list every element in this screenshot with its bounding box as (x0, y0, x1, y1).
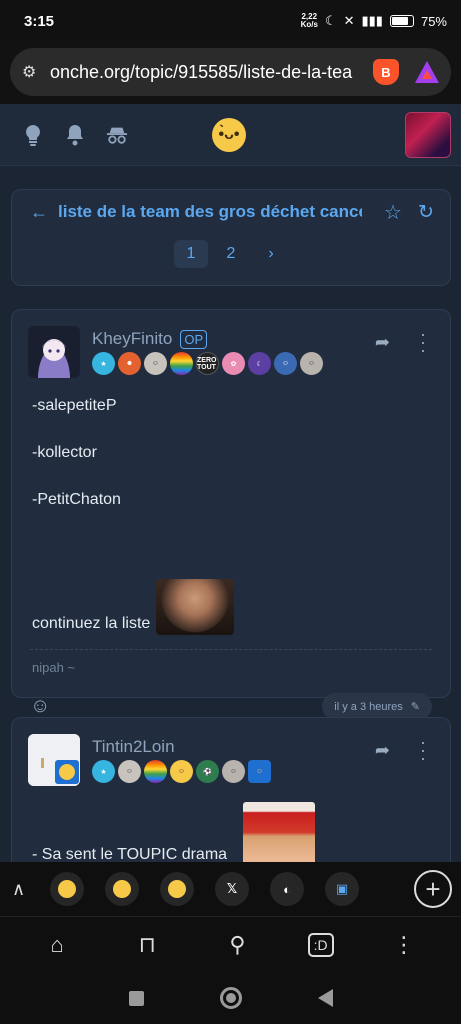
rainbow-badge-icon[interactable] (144, 760, 167, 783)
post: KheyFinito OP ★ ☻ ☺ ZERO TOUT ✿ ☾ ☺ ☺ ➦ … (11, 309, 451, 720)
post-timestamp[interactable]: il y a 3 heures ✎ (322, 693, 432, 720)
status-bar: 3:15 2,22 Ko/s ☾ ✕ ▮▮▮ 75% (0, 0, 461, 42)
address-field[interactable]: ⚙ onche.org/topic/915585/liste-de-la-tea… (10, 48, 451, 96)
refresh-icon[interactable]: ↻ (418, 201, 434, 224)
portrait-badge-icon[interactable]: ☺ (222, 760, 245, 783)
browser-bottom-bar: ∧ 𝕏 ◐ ▣ + ⌂ ⊓ ⚲ :D ⋮ (0, 862, 461, 1024)
more-options-icon[interactable]: · · · (420, 733, 426, 767)
user-avatar[interactable] (405, 112, 451, 158)
zero-tout-badge[interactable]: ZERO TOUT (196, 352, 219, 375)
meme-sticker-image[interactable] (156, 579, 235, 635)
smiley-badge-icon[interactable]: ☺ (170, 760, 193, 783)
post-line: -PetitChaton (32, 491, 121, 508)
site-settings-icon[interactable]: ⚙ (22, 62, 44, 82)
collapse-caret-icon[interactable]: ∧ (12, 879, 50, 900)
signature: nipah ~ (32, 660, 76, 675)
pagination: 1 2 › (12, 240, 450, 268)
author-name[interactable]: Tintin2Loin (92, 737, 175, 757)
incognito-icon[interactable] (106, 124, 128, 146)
back-icon[interactable] (317, 989, 333, 1007)
topic-header: ← liste de la team des gros déchet cance… (11, 189, 451, 286)
post-body: -salepetiteP -kollector -PetitChaton con… (12, 384, 450, 635)
url-text[interactable]: onche.org/topic/915585/liste-de-la-tea (50, 62, 363, 83)
tabs-icon[interactable]: :D (307, 932, 334, 957)
home-button-icon[interactable] (219, 987, 242, 1009)
edit-pencil-icon: ✎ (410, 701, 420, 713)
share-icon[interactable]: ➦ (375, 740, 390, 761)
football-badge-icon[interactable]: ⚽ (196, 760, 219, 783)
smiley-shortcut-icon[interactable] (105, 872, 139, 906)
face-badge-icon[interactable]: ☺ (144, 352, 167, 375)
post-line: -salepetiteP (32, 397, 117, 414)
brave-rewards-icon[interactable] (415, 61, 439, 83)
anime-badge-icon[interactable]: ✿ (222, 352, 245, 375)
next-page-icon[interactable]: › (254, 240, 288, 268)
moon-icon: ☾ (324, 13, 337, 28)
bell-icon[interactable] (64, 124, 86, 146)
more-options-icon[interactable]: · · · (420, 325, 426, 359)
lightbulb-icon[interactable] (22, 124, 44, 146)
back-arrow-icon[interactable]: ← (30, 202, 48, 223)
page-2-button[interactable]: 2 (214, 240, 248, 268)
menu-kebab-icon[interactable]: ⋮ (384, 932, 424, 958)
add-reaction-icon[interactable]: ☺ (30, 695, 50, 718)
smiley-shortcut-icon[interactable] (160, 872, 194, 906)
browser-url-bar: ⚙ onche.org/topic/915585/liste-de-la-tea… (0, 42, 461, 104)
battery-icon (389, 15, 414, 27)
globe-shortcut-icon[interactable]: ◐ (270, 872, 304, 906)
brave-shields-icon[interactable]: B (373, 59, 399, 85)
portrait-badge-icon[interactable]: ☺ (300, 352, 323, 375)
author-avatar[interactable] (28, 734, 80, 786)
post-line: continuez la liste (32, 615, 151, 632)
topic-title[interactable]: liste de la team des gros déchet cancer (58, 202, 362, 222)
recents-icon[interactable] (128, 990, 144, 1006)
star-badge-icon[interactable]: ★ (92, 760, 115, 783)
app-shortcut-icon[interactable]: ▣ (325, 872, 359, 906)
moon-badge-icon[interactable]: ☾ (248, 352, 271, 375)
author-name[interactable]: KheyFinito (92, 329, 172, 349)
system-nav-bar (0, 972, 461, 1024)
character-badge-icon[interactable]: ☻ (118, 352, 141, 375)
badge-list: ★ ☻ ☺ ZERO TOUT ✿ ☾ ☺ ☺ (92, 352, 323, 375)
post-line: -kollector (32, 444, 97, 461)
badge-list: ★ ☺ ☺ ⚽ ☺ ☺ (92, 760, 271, 783)
home-icon[interactable]: ⌂ (37, 932, 77, 958)
signal-icon: ▮▮▮ (361, 13, 383, 28)
star-icon[interactable]: ☆ (384, 200, 402, 225)
page-1-button[interactable]: 1 (174, 240, 208, 268)
star-badge-icon[interactable]: ★ (92, 352, 115, 375)
battery-percent: 75% (420, 13, 447, 29)
blue-smiley-badge-icon[interactable]: ☺ (248, 760, 271, 783)
op-badge: OP (180, 329, 208, 349)
face-badge-icon[interactable]: ☺ (118, 760, 141, 783)
rainbow-badge-icon[interactable] (170, 352, 193, 375)
author-avatar[interactable] (28, 326, 80, 378)
x-shortcut-icon[interactable]: 𝕏 (215, 872, 249, 906)
person-badge-icon[interactable]: ☺ (274, 352, 297, 375)
add-shortcut-icon[interactable]: + (414, 870, 452, 908)
post: Tintin2Loin ★ ☺ ☺ ⚽ ☺ ☺ ➦ · · · - Sa sent … (11, 717, 451, 877)
site-header: •̀ᴗ• (0, 104, 461, 166)
shortcut-strip: ∧ 𝕏 ◐ ▣ + (0, 862, 461, 917)
mute-icon: ✕ (343, 13, 355, 28)
network-speed: 2,22 Ko/s (300, 12, 318, 29)
smiley-shortcut-icon[interactable] (50, 872, 84, 906)
search-icon[interactable]: ⚲ (217, 932, 257, 958)
bookmark-icon[interactable]: ⊓ (127, 932, 167, 958)
clock: 3:15 (24, 12, 55, 30)
browser-nav-row: ⌂ ⊓ ⚲ :D ⋮ (0, 917, 461, 972)
share-icon[interactable]: ➦ (375, 332, 390, 353)
site-logo[interactable]: •̀ᴗ• (212, 118, 246, 152)
